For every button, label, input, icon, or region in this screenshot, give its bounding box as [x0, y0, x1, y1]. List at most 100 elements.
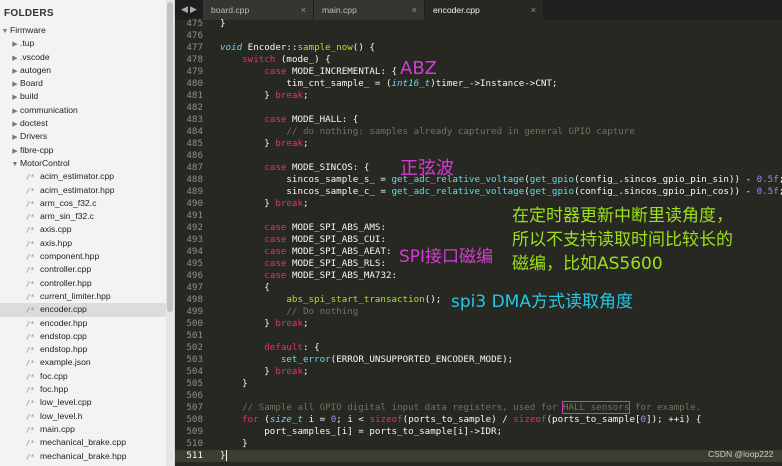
tree-item-file[interactable]: /* controller.cpp — [0, 263, 174, 276]
tree-item-file[interactable]: /* endstop.hpp — [0, 343, 174, 356]
tree-item-file[interactable]: /* axis.cpp — [0, 223, 174, 236]
code-line[interactable]: 507 // Sample all GPIO digital input dat… — [175, 401, 782, 414]
code-line[interactable]: 504 } break; — [175, 366, 782, 378]
code-text: set_error(ERROR_UNSUPPORTED_ENCODER_MODE… — [280, 354, 514, 365]
tree-item-file[interactable]: /* acim_estimator.hpp — [0, 184, 174, 197]
back-arrow-icon[interactable]: ◀ — [181, 4, 188, 15]
file-icon: /* — [26, 346, 35, 355]
code-line[interactable]: 480 tim_cnt_sample_ = (int16_t)timer_->I… — [175, 78, 782, 90]
tree-item-folder[interactable]: ▶ communication — [0, 104, 174, 117]
code-text: for (size_t i = 0; i < sizeof(ports_to_s… — [242, 414, 702, 425]
tree-item-file[interactable]: /* encoder.hpp — [0, 317, 174, 330]
tree-item-file[interactable]: /* arm_sin_f32.c — [0, 210, 174, 223]
tree-item-folder[interactable]: ▶ build — [0, 90, 174, 103]
code-line[interactable]: 502 default: { — [175, 342, 782, 354]
code-line[interactable]: 510 } — [175, 438, 782, 450]
file-icon: /* — [26, 399, 35, 408]
forward-arrow-icon[interactable]: ▶ — [190, 4, 197, 15]
code-line[interactable]: 477 void Encoder::sample_now() { — [175, 42, 782, 54]
tree-item-file[interactable]: /* low_level.cpp — [0, 396, 174, 409]
line-number: 480 — [186, 78, 203, 89]
tab-board-cpp[interactable]: board.cpp × — [203, 0, 313, 20]
code-line[interactable]: 508 for (size_t i = 0; i < sizeof(ports_… — [175, 414, 782, 426]
tree-item-folder[interactable]: ▶ doctest — [0, 117, 174, 130]
tree-item-file[interactable]: /* acim_estimator.cpp — [0, 170, 174, 183]
tab-main-cpp[interactable]: main.cpp × — [314, 0, 424, 20]
code-line[interactable]: 505 } — [175, 378, 782, 390]
sidebar-scroll-thumb[interactable] — [167, 2, 173, 312]
code-line[interactable]: 511} — [175, 450, 782, 462]
tree-item-file[interactable]: /* component.hpp — [0, 250, 174, 263]
file-tree: ▼ Firmware ▶ .tup ▶ .vscode ▶ autogen ▶ Board ▶ bu… — [0, 24, 174, 466]
tree-item-folder[interactable]: ▶ .tup — [0, 37, 174, 50]
tree-item-file[interactable]: /* example.json — [0, 356, 174, 369]
tree-item-folder[interactable]: ▶ .vscode — [0, 51, 174, 64]
file-icon: /* — [26, 452, 35, 461]
chevron-right-icon: ▶ — [12, 107, 18, 115]
tree-item-file[interactable]: /* arm_cos_f32.c — [0, 197, 174, 210]
tree-item-file[interactable]: /* current_limiter.hpp — [0, 290, 174, 303]
tree-item-file[interactable]: /* mechanical_brake.hpp — [0, 450, 174, 463]
line-number: 490 — [186, 198, 203, 209]
code-text: { — [220, 282, 270, 293]
line-number: 500 — [186, 318, 203, 329]
code-line[interactable]: 484 // do nothing: samples already captu… — [175, 126, 782, 138]
code-line[interactable]: 488 sincos_sample_s_ = get_adc_relative_… — [175, 174, 782, 186]
line-number: 491 — [186, 210, 203, 221]
line-number: 475 — [186, 18, 203, 29]
code-text: case MODE_SPI_ABS_MA732: — [264, 270, 398, 281]
file-icon: /* — [26, 306, 35, 315]
tab-encoder-cpp[interactable]: encoder.cpp × — [425, 0, 543, 20]
tree-item-folder[interactable]: ▶ Drivers — [0, 130, 174, 143]
annotation-abz: ABZ — [400, 58, 437, 79]
code-line[interactable]: 478 switch (mode_) { — [175, 54, 782, 66]
tree-item-file[interactable]: /* main.cpp — [0, 423, 174, 436]
code-line[interactable]: 500 } break; — [175, 318, 782, 330]
tree-item-file[interactable]: /* foc.hpp — [0, 383, 174, 396]
code-line[interactable]: 501 — [175, 330, 782, 342]
tree-item-file[interactable]: /* encoder.cpp — [0, 303, 174, 317]
tree-item-folder[interactable]: ▶ autogen — [0, 64, 174, 77]
code-line[interactable]: 486 — [175, 150, 782, 162]
code-line[interactable]: 503 set_error(ERROR_UNSUPPORTED_ENCODER_… — [175, 354, 782, 366]
tree-item-firmware[interactable]: ▼ Firmware — [0, 24, 174, 37]
tree-item-folder[interactable]: ▶ fibre-cpp — [0, 144, 174, 157]
tree-item-file[interactable]: /* low_level.h — [0, 410, 174, 423]
chevron-right-icon: ▶ — [12, 94, 18, 102]
line-number: 481 — [186, 90, 203, 101]
code-text: sincos_sample_c_ = get_adc_relative_volt… — [220, 186, 782, 197]
code-line[interactable]: 509 port_samples_[i] = ports_to_sample[i… — [175, 426, 782, 438]
code-text: default: { — [264, 342, 320, 353]
tree-item-file[interactable]: /* mechanical_brake.cpp — [0, 436, 174, 449]
code-text: } break; — [220, 366, 309, 377]
line-number: 487 — [186, 162, 203, 173]
tree-item-file[interactable]: /* endstop.cpp — [0, 330, 174, 343]
sidebar-scrollbar[interactable] — [166, 0, 174, 466]
line-number: 485 — [186, 138, 203, 149]
code-line[interactable]: 476 — [175, 30, 782, 42]
tab-label: encoder.cpp — [433, 5, 480, 15]
file-label: axis.hpp — [40, 237, 73, 248]
code-text: case MODE_INCREMENTAL: { — [264, 66, 398, 77]
code-line[interactable]: 506 — [175, 390, 782, 402]
code-line[interactable]: 485 } break; — [175, 138, 782, 150]
close-icon[interactable]: × — [531, 0, 536, 20]
code-line[interactable]: 481 } break; — [175, 90, 782, 102]
tree-item-folder[interactable]: ▼ MotorControl — [0, 157, 174, 170]
tree-item-folder[interactable]: ▶ Board — [0, 77, 174, 90]
code-line[interactable]: 489 sincos_sample_c_ = get_adc_relative_… — [175, 186, 782, 198]
code-line[interactable]: 475} — [175, 18, 782, 30]
tree-item-file[interactable]: /* foc.cpp — [0, 370, 174, 383]
code-line[interactable]: 487 case MODE_SINCOS: { — [175, 162, 782, 174]
code-line[interactable]: 479 case MODE_INCREMENTAL: { — [175, 66, 782, 78]
tree-item-file[interactable]: /* axis.hpp — [0, 237, 174, 250]
code-line[interactable]: 483 case MODE_HALL: { — [175, 114, 782, 126]
tree-item-file[interactable]: /* controller.hpp — [0, 277, 174, 290]
chevron-right-icon: ▶ — [12, 81, 18, 89]
code-line[interactable]: 482 — [175, 102, 782, 114]
code-text: abs_spi_start_transaction(); — [286, 294, 442, 305]
close-icon[interactable]: × — [412, 0, 417, 20]
tab-label: main.cpp — [322, 5, 357, 15]
chevron-right-icon: ▶ — [12, 67, 18, 75]
close-icon[interactable]: × — [301, 0, 306, 20]
